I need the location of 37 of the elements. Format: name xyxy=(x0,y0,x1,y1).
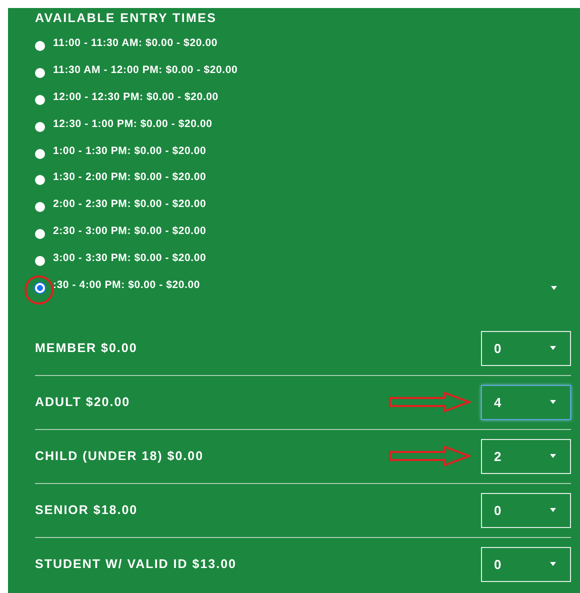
caret-icon xyxy=(550,508,556,512)
time-slot-label: :30 - 4:00 PM: $0.00 - $20.00 xyxy=(53,278,200,291)
quantity-dropdown[interactable]: 0 xyxy=(481,546,571,582)
quantity-dropdown[interactable]: 0 xyxy=(481,330,571,366)
time-slot-label: 1:30 - 2:00 PM: $0.00 - $20.00 xyxy=(53,171,206,184)
radio-button[interactable] xyxy=(35,175,45,186)
radio-button[interactable] xyxy=(35,122,45,132)
caret-icon xyxy=(550,454,556,458)
time-slot-label: 1:00 - 1:30 PM: $0.00 - $20.00 xyxy=(53,144,206,157)
caret-icon xyxy=(551,286,557,290)
ticket-type-label: ADULT $20.00 xyxy=(35,395,132,410)
radio-button[interactable] xyxy=(35,68,45,78)
radio-button[interactable] xyxy=(35,282,45,293)
time-slot-label: 11:00 - 11:30 AM: $0.00 - $20.00 xyxy=(53,37,218,50)
ticket-type-label: MEMBER $0.00 xyxy=(35,341,138,356)
time-slot-label: 11:30 AM - 12:00 PM: $0.00 - $20.00 xyxy=(53,64,238,76)
caret-icon xyxy=(550,562,556,566)
time-slot-label: 2:00 - 2:30 PM: $0.00 - $20.00 xyxy=(53,198,206,210)
radio-button[interactable] xyxy=(35,228,45,239)
radio-button[interactable] xyxy=(35,148,45,159)
time-slot-label: 12:30 - 1:00 PM: $0.00 - $20.00 xyxy=(53,118,212,130)
radio-button[interactable] xyxy=(35,41,45,52)
quantity-dropdown[interactable]: 4 xyxy=(481,384,571,420)
time-slot-label: 2:30 - 3:00 PM: $0.00 - $20.00 xyxy=(53,224,206,237)
quantity-dropdown[interactable]: 2 xyxy=(481,438,571,474)
quantity-dropdown[interactable]: 0 xyxy=(481,492,571,528)
time-slot-label: 12:00 - 12:30 PM: $0.00 - $20.00 xyxy=(53,90,218,103)
ticket-type-label: STUDENT W/ VALID ID $13.00 xyxy=(35,557,238,572)
section-heading: AVAILABLE ENTRY TIMES xyxy=(35,10,218,27)
radio-button[interactable] xyxy=(35,256,45,266)
caret-icon xyxy=(550,400,556,404)
caret-icon xyxy=(550,346,556,350)
radio-button[interactable] xyxy=(35,94,45,105)
radio-button[interactable] xyxy=(35,202,45,212)
ticket-type-label: CHILD (UNDER 18) $0.00 xyxy=(35,449,205,464)
time-slot-label: 3:00 - 3:30 PM: $0.00 - $20.00 xyxy=(53,252,206,264)
ticket-type-label: SENIOR $18.00 xyxy=(35,503,139,518)
